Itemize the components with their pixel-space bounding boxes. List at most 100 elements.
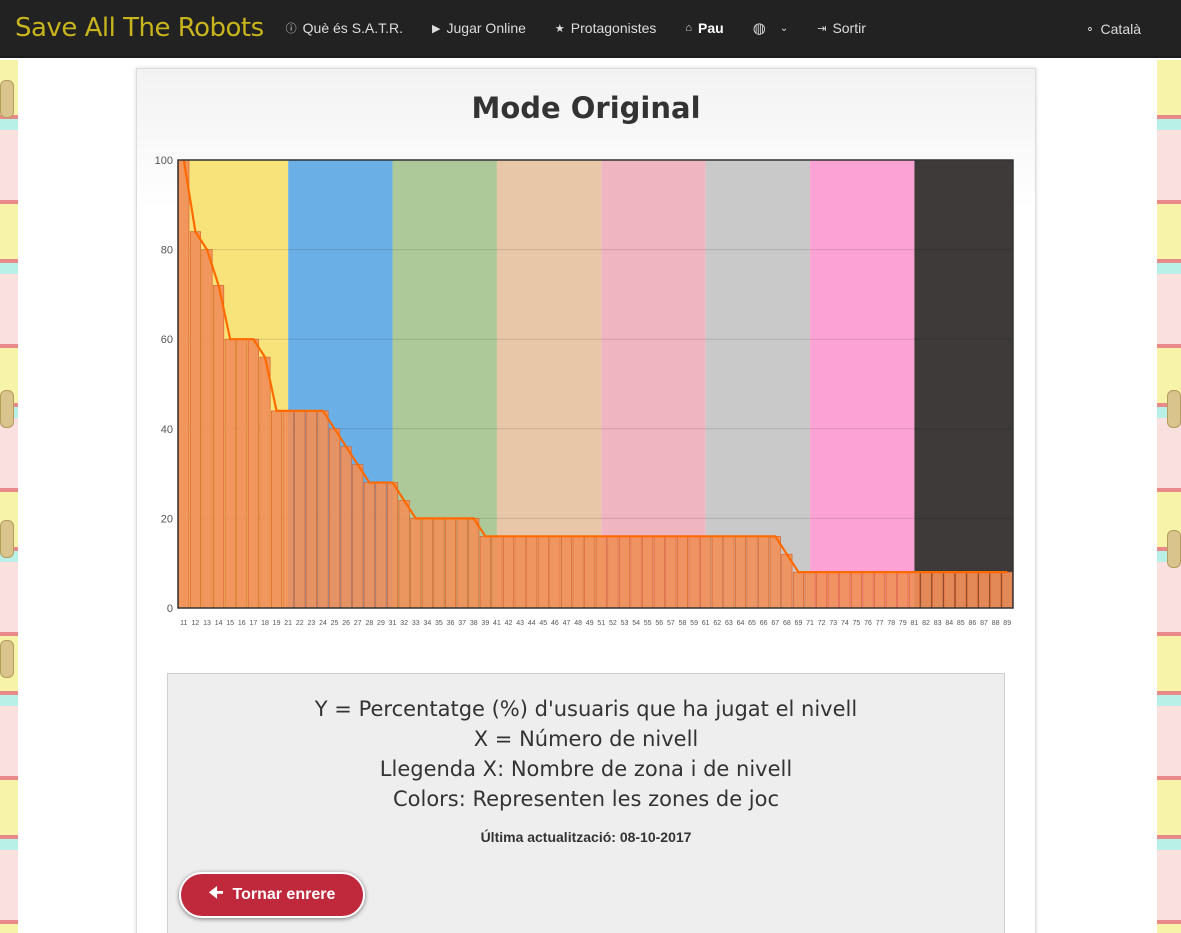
bar	[526, 535, 538, 609]
bar	[955, 571, 967, 609]
legend-lines: Y = Percentatge (%) d'usuaris que ha jug…	[168, 694, 1004, 814]
x-tick-label: 57	[667, 620, 675, 627]
bar	[688, 535, 700, 609]
bar	[456, 518, 468, 609]
bar	[271, 410, 283, 609]
bar	[966, 571, 978, 609]
robot-decoration	[0, 640, 14, 678]
x-tick-label: 48	[574, 620, 582, 627]
bar	[897, 571, 909, 609]
bar	[874, 571, 886, 609]
x-tick-label: 24	[319, 620, 327, 627]
x-tick-label: 72	[818, 620, 826, 627]
x-tick-label: 46	[551, 620, 559, 627]
bar	[792, 571, 805, 609]
bar	[607, 535, 619, 609]
x-tick-label: 69	[795, 620, 803, 627]
bar	[479, 535, 491, 609]
chart-container: 0 20 40 60 80 100 11 12 13 14 15 16 17 18 19 21 22 23 24 25…	[0, 0, 1181, 645]
legend-line-colors: Colors: Representen les zones de joc	[392, 787, 780, 811]
bar	[769, 535, 781, 609]
x-tick-label: 37	[458, 620, 466, 627]
x-tick-label: 45	[539, 620, 547, 627]
x-tick-label: 19	[273, 620, 281, 627]
bar	[758, 535, 770, 609]
last-updated: Última actualització: 08-10-2017	[480, 829, 692, 845]
bar	[398, 500, 410, 609]
x-tick-label: 18	[261, 620, 269, 627]
bar	[514, 535, 526, 609]
x-tick-label: 89	[1003, 620, 1011, 627]
x-tick-label: 11	[180, 620, 187, 627]
x-tick-label: 32	[400, 620, 408, 627]
x-tick-label: 54	[632, 620, 640, 627]
x-tick-label: 43	[516, 620, 524, 627]
x-tick-label: 79	[899, 620, 907, 627]
back-button[interactable]: 🠈 Tornar enrere	[179, 872, 365, 918]
bar	[816, 571, 828, 609]
bar	[421, 518, 433, 609]
x-tick-label: 71	[806, 620, 814, 627]
bar	[329, 428, 341, 609]
x-tick-label: 51	[597, 620, 605, 627]
x-tick-label: 12	[191, 620, 199, 627]
x-tick-label: 56	[655, 620, 663, 627]
x-tick-label: 21	[284, 620, 292, 627]
bar	[294, 410, 306, 609]
bar	[943, 571, 955, 609]
x-tick-label: 16	[238, 620, 246, 627]
x-tick-label: 33	[412, 620, 420, 627]
x-tick-label: 44	[528, 620, 536, 627]
bar	[676, 535, 689, 609]
x-tick-label: 26	[342, 620, 350, 627]
bar	[282, 410, 294, 609]
bar	[618, 535, 631, 609]
x-tick-label: 84	[945, 620, 953, 627]
bar	[491, 535, 503, 609]
bar	[247, 338, 259, 609]
x-tick-label: 61	[702, 620, 710, 627]
y-tick-label: 40	[161, 424, 173, 436]
x-tick-label: 73	[829, 620, 837, 627]
bar	[387, 482, 399, 609]
x-tick-label: 38	[470, 620, 478, 627]
bar	[502, 535, 515, 609]
bar	[352, 464, 364, 609]
x-tick-label: 23	[307, 620, 315, 627]
y-tick-label: 0	[167, 603, 173, 615]
x-tick-label: 68	[783, 620, 791, 627]
x-tick-label: 64	[737, 620, 745, 627]
x-tick-label: 76	[864, 620, 872, 627]
bar	[259, 356, 271, 609]
bar	[746, 535, 758, 609]
bar	[850, 571, 862, 609]
x-tick-label: 14	[215, 620, 223, 627]
legend-line-x-legend: Llegenda X: Nombre de zona i de nivell	[379, 757, 793, 781]
x-tick-label: 36	[447, 620, 455, 627]
x-tick-label: 58	[679, 620, 687, 627]
x-tick-label: 47	[563, 620, 571, 627]
bar	[595, 535, 607, 609]
x-tick-label: 77	[876, 620, 884, 627]
bar	[665, 535, 677, 609]
bar	[363, 482, 375, 609]
x-tick-label: 28	[365, 620, 373, 627]
x-tick-label: 87	[980, 620, 988, 627]
chart-legend-box: Y = Percentatge (%) d'usuaris que ha jug…	[167, 673, 1005, 933]
x-tick-label: 34	[423, 620, 431, 627]
bar	[642, 535, 654, 609]
x-tick-label: 66	[760, 620, 768, 627]
x-tick-label: 65	[748, 620, 756, 627]
bar	[224, 338, 236, 609]
x-tick-label: 52	[609, 620, 617, 627]
bar	[711, 535, 723, 609]
bar	[723, 535, 735, 609]
y-tick-label: 100	[155, 155, 173, 167]
bar	[444, 518, 457, 609]
bar	[340, 446, 352, 609]
x-tick-label: 85	[957, 620, 965, 627]
bar	[827, 571, 839, 609]
x-tick-label: 31	[389, 620, 397, 627]
legend-line-x: X = Número de nivell	[473, 727, 699, 751]
x-tick-label: 35	[435, 620, 443, 627]
